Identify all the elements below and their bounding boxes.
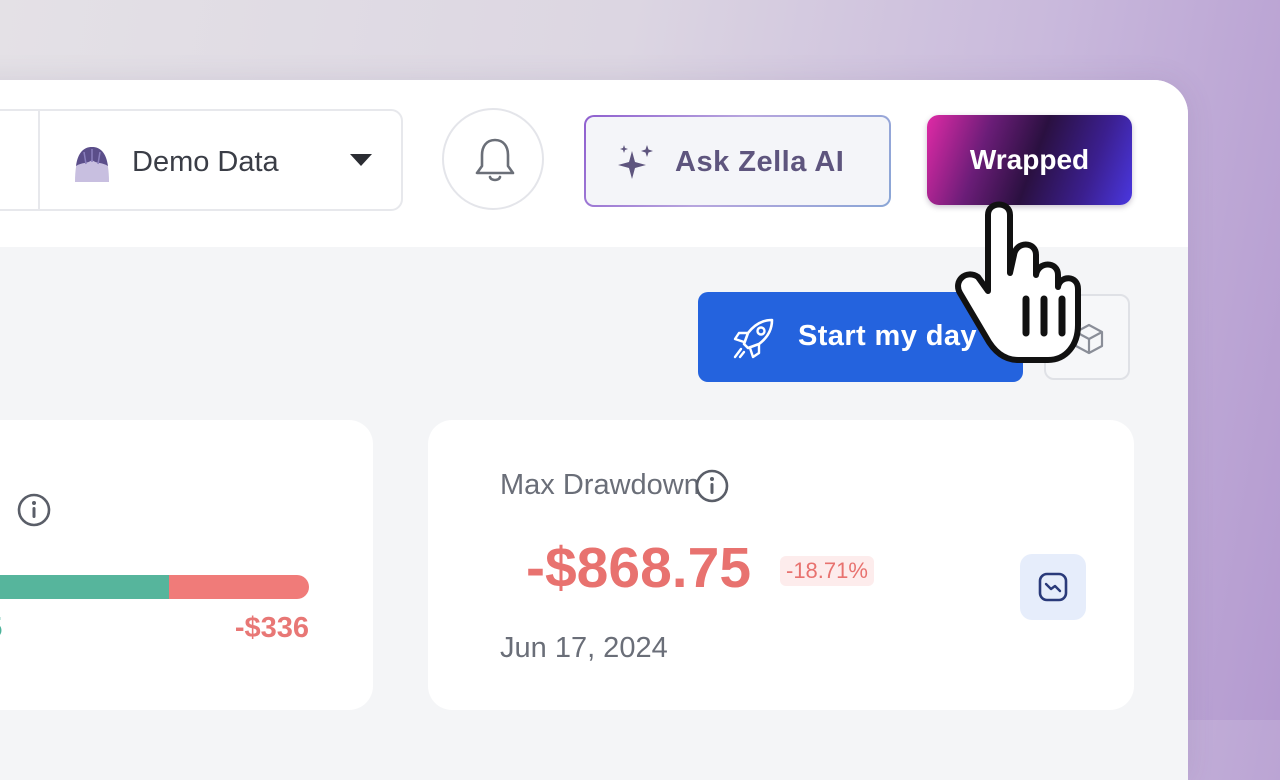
loss-value: -$336 (234, 612, 309, 644)
wrapped-button[interactable]: Wrapped (927, 115, 1132, 205)
account-label: Demo Data (132, 146, 279, 178)
max-drawdown-value: -$868.75 (526, 536, 752, 600)
rocket-icon (733, 318, 774, 359)
account-selector[interactable]: Demo Data (0, 109, 403, 211)
loss-bar-segment (169, 575, 309, 599)
max-drawdown-percent: -18.71% (780, 556, 874, 586)
sparkle-icon (618, 145, 653, 179)
win-loss-bar (0, 575, 309, 599)
avatar-icon (75, 147, 109, 182)
info-icon[interactable] (694, 468, 730, 504)
selector-divider (38, 111, 40, 209)
ask-zella-ai-button[interactable]: Ask Zella AI (584, 115, 891, 207)
win-bar-segment (0, 575, 170, 599)
max-drawdown-title: Max Drawdown (500, 469, 700, 501)
max-drawdown-card: Max Drawdown -$868.75 -18.71% Jun 17, 20… (428, 420, 1134, 710)
view-chart-button[interactable] (1020, 554, 1086, 620)
max-drawdown-date: Jun 17, 2024 (500, 632, 668, 664)
chart-icon (1038, 572, 1068, 602)
notifications-button[interactable] (442, 108, 544, 210)
win-value: 05 (0, 610, 2, 646)
pnl-card: 05 -$336 (0, 420, 373, 710)
chevron-down-icon[interactable] (350, 154, 372, 166)
bell-icon (475, 138, 515, 182)
info-icon[interactable] (16, 492, 52, 528)
hand-cursor-icon (955, 201, 1081, 363)
app-window: Demo Data Ask Zella AI Wrapped Start my … (0, 80, 1188, 780)
ask-zella-ai-label: Ask Zella AI (675, 146, 845, 178)
